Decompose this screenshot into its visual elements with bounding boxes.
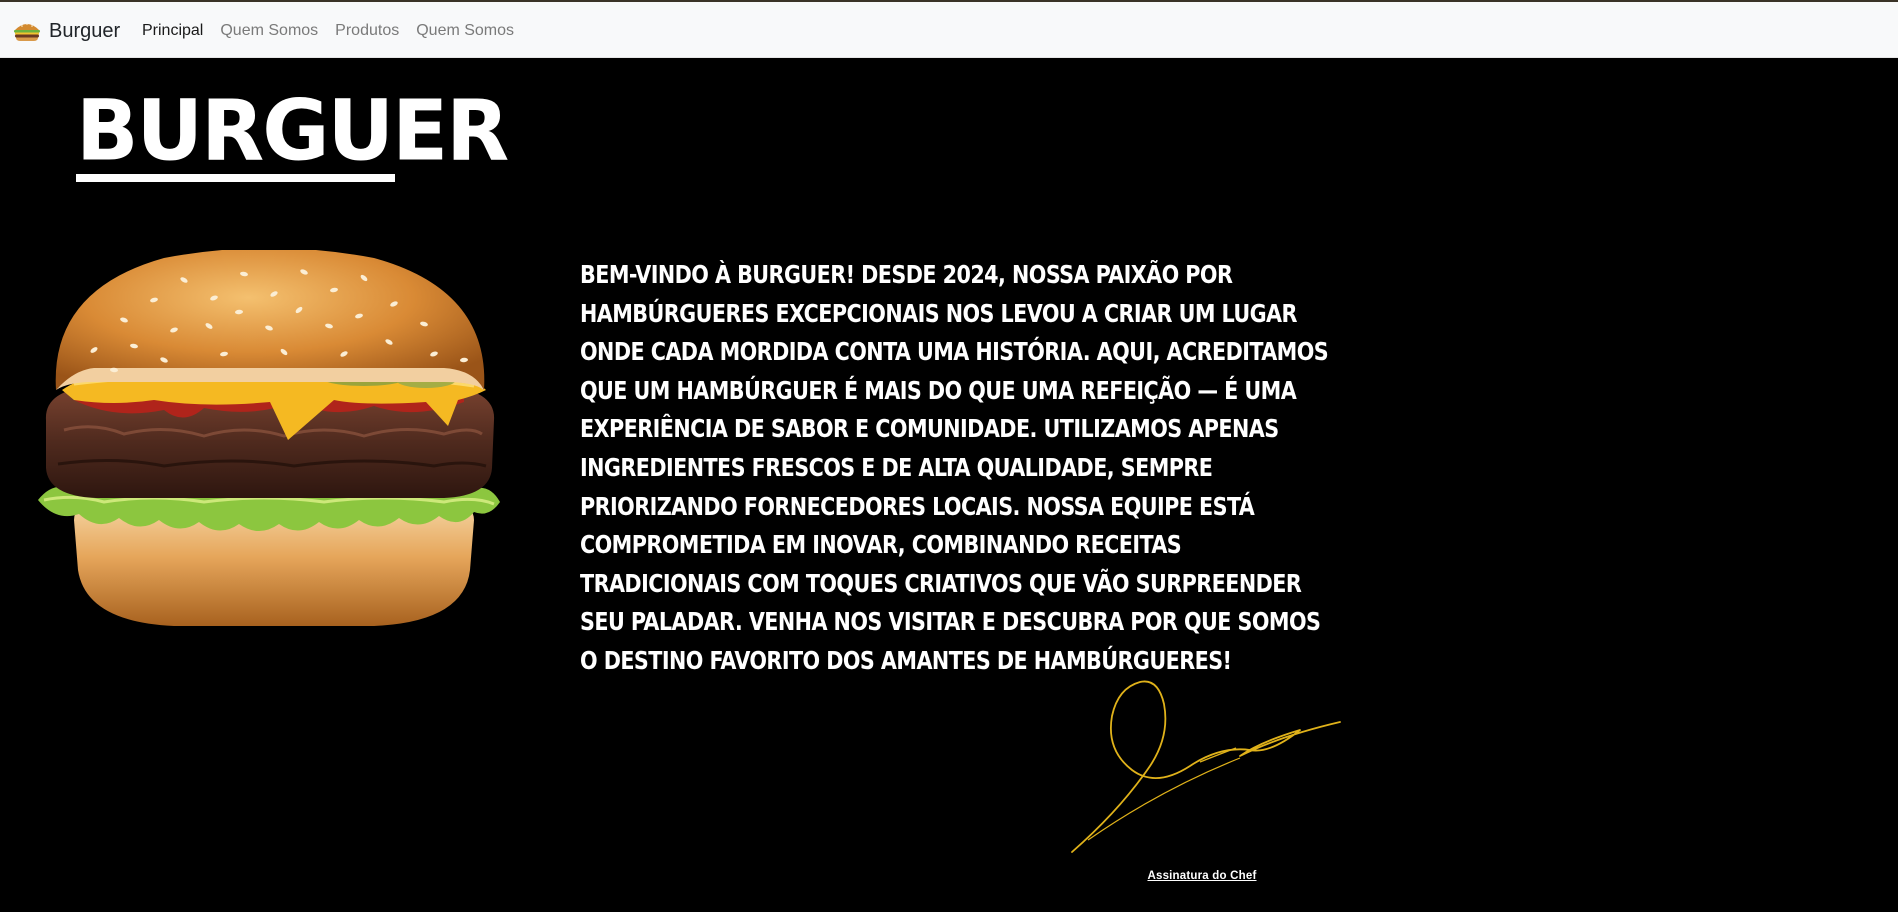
nav-link-principal[interactable]: Principal xyxy=(142,22,203,40)
burger-image xyxy=(38,250,500,626)
signature-caption: Assinatura do Chef xyxy=(1147,870,1257,882)
brand-link[interactable]: Burguer xyxy=(13,16,120,46)
hero-title: BURGUER xyxy=(76,83,509,180)
chef-signature xyxy=(1071,680,1341,853)
nav-link-quem-somos[interactable]: Quem Somos xyxy=(220,22,318,40)
nav-link-produtos[interactable]: Produtos xyxy=(335,22,399,40)
nav-links: Principal Quem Somos Produtos Quem Somos xyxy=(142,22,531,40)
about-paragraph: Bem-vindo à Burguer! Desde 2024, nossa p… xyxy=(580,260,1329,675)
navbar: Burguer Principal Quem Somos Produtos Qu… xyxy=(0,2,1898,58)
hero-title-underline xyxy=(76,174,395,182)
burger-icon xyxy=(14,23,40,41)
nav-link-quem-somos-2[interactable]: Quem Somos xyxy=(416,22,514,40)
brand-label: Burguer xyxy=(49,19,121,42)
